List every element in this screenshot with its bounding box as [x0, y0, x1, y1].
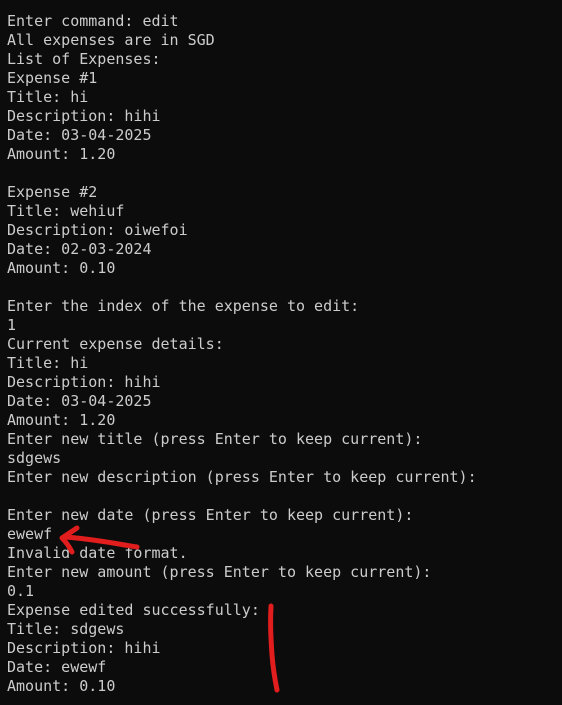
- terminal-line: Date: ewewf: [7, 658, 107, 676]
- terminal-line: Description: hihi: [7, 639, 161, 657]
- terminal-line: Expense #2: [7, 183, 98, 201]
- terminal-line: 1: [7, 316, 17, 334]
- terminal-line: Title: wehiuf: [7, 202, 125, 220]
- terminal-line: Invalid date format.: [7, 544, 188, 562]
- terminal-line: Enter new date (press Enter to keep curr…: [7, 506, 414, 524]
- terminal-line: Enter the index of the expense to edit:: [7, 297, 360, 315]
- terminal-line: Amount: 0.10: [7, 677, 116, 695]
- terminal-line: Date: 03-04-2025: [7, 126, 152, 144]
- terminal-line: Amount: 1.20: [7, 145, 116, 163]
- terminal-line: Expense #1: [7, 69, 98, 87]
- terminal-line: Enter new description (press Enter to ke…: [7, 468, 477, 486]
- terminal-line: Description: oiwefoi: [7, 221, 188, 239]
- terminal-line: Enter new amount (press Enter to keep cu…: [7, 563, 432, 581]
- terminal-line: Title: hi: [7, 88, 89, 106]
- terminal-line: 0.1: [7, 582, 35, 600]
- terminal-line: Title: sdgews: [7, 620, 125, 638]
- terminal-line: Enter command: edit: [7, 12, 179, 30]
- terminal-line: Date: 03-04-2025: [7, 392, 152, 410]
- terminal-line: List of Expenses:: [7, 50, 161, 68]
- terminal-window[interactable]: Enter command: edit All expenses are in …: [0, 0, 562, 705]
- terminal-line: ewewf: [7, 525, 53, 543]
- terminal-line: All expenses are in SGD: [7, 31, 215, 49]
- terminal-line: Amount: 0.10: [7, 259, 116, 277]
- terminal-line: Title: hi: [7, 354, 89, 372]
- terminal-line: Amount: 1.20: [7, 411, 116, 429]
- terminal-line: Expense edited successfully:: [7, 601, 260, 619]
- terminal-line: Date: 02-03-2024: [7, 240, 152, 258]
- terminal-line: Description: hihi: [7, 373, 161, 391]
- terminal-line: sdgews: [7, 449, 62, 467]
- terminal-line: Current expense details:: [7, 335, 224, 353]
- terminal-line: Description: hihi: [7, 107, 161, 125]
- terminal-line: Enter new title (press Enter to keep cur…: [7, 430, 423, 448]
